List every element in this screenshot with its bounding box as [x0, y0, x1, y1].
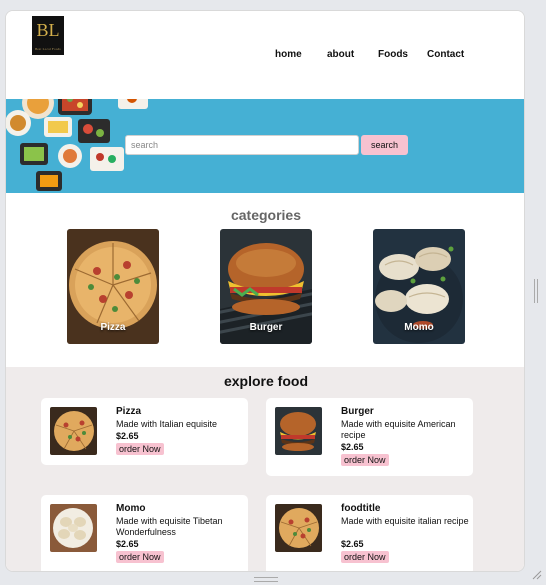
- order-now-button[interactable]: order Now: [116, 443, 164, 455]
- resize-grip-icon[interactable]: [530, 568, 542, 580]
- explore-section: explore food Pizza Made with Italian equ…: [6, 367, 524, 571]
- site-header: BL Best Local Foods home about Foods Con…: [6, 11, 524, 99]
- food-card-pizza[interactable]: Pizza Made with Italian equisite $2.65 o…: [41, 398, 248, 465]
- food-card-foodtitle[interactable]: foodtitle Made with equisite italian rec…: [266, 495, 473, 571]
- food-name: Pizza: [116, 406, 142, 417]
- order-now-button[interactable]: order Now: [341, 551, 389, 563]
- food-price: $2.65: [116, 539, 139, 549]
- pizza-thumb: [50, 407, 97, 455]
- pizza-thumb: [275, 504, 322, 552]
- logo-monogram: BL: [36, 20, 60, 40]
- food-price: $2.65: [341, 442, 364, 452]
- bottom-resize-handle[interactable]: [254, 577, 278, 582]
- burger-image: [275, 407, 322, 455]
- explore-heading: explore food: [223, 373, 308, 389]
- food-description: Made with equisite American recipe: [341, 419, 456, 440]
- nav-about[interactable]: about: [327, 49, 354, 60]
- category-label-burger: Burger: [249, 322, 283, 333]
- search-button[interactable]: search: [361, 135, 408, 155]
- food-description: Made with equisite italian recipe: [341, 516, 469, 526]
- nav-foods[interactable]: Foods: [378, 49, 408, 60]
- nav-home[interactable]: home: [275, 49, 302, 60]
- main-nav: home about Foods Contact: [6, 49, 524, 63]
- food-description: Made with Italian equisite: [116, 419, 218, 429]
- food-description: Made with equisite Tibetan Wonderfulness: [116, 516, 223, 537]
- burger-thumb: [275, 407, 322, 455]
- search-input[interactable]: [125, 135, 359, 155]
- food-price: $2.65: [341, 539, 364, 549]
- pizza-image: [50, 407, 97, 455]
- order-now-button[interactable]: order Now: [116, 551, 164, 563]
- categories-heading: categories: [230, 207, 302, 223]
- side-resize-handle[interactable]: [534, 279, 538, 303]
- browser-page: BL Best Local Foods home about Foods Con…: [5, 10, 525, 572]
- category-card-pizza[interactable]: Pizza: [67, 229, 159, 344]
- pizza-image: [275, 504, 322, 552]
- category-label-momo: Momo: [404, 322, 434, 333]
- food-price: $2.65: [116, 431, 139, 441]
- food-name: foodtitle: [341, 503, 381, 514]
- food-card-burger[interactable]: Burger Made with equisite American recip…: [266, 398, 473, 476]
- momo-image: [50, 504, 97, 552]
- food-name: Momo: [116, 503, 146, 514]
- momo-thumb: [50, 504, 97, 552]
- category-label-pizza: Pizza: [100, 322, 126, 333]
- hero-banner: search: [6, 99, 524, 193]
- category-card-burger[interactable]: Burger: [220, 229, 312, 344]
- food-name: Burger: [341, 406, 374, 417]
- nav-contact[interactable]: Contact: [427, 49, 464, 60]
- food-card-momo[interactable]: Momo Made with equisite Tibetan Wonderfu…: [41, 495, 248, 571]
- order-now-button[interactable]: order Now: [341, 454, 389, 466]
- category-card-momo[interactable]: Momo: [373, 229, 465, 344]
